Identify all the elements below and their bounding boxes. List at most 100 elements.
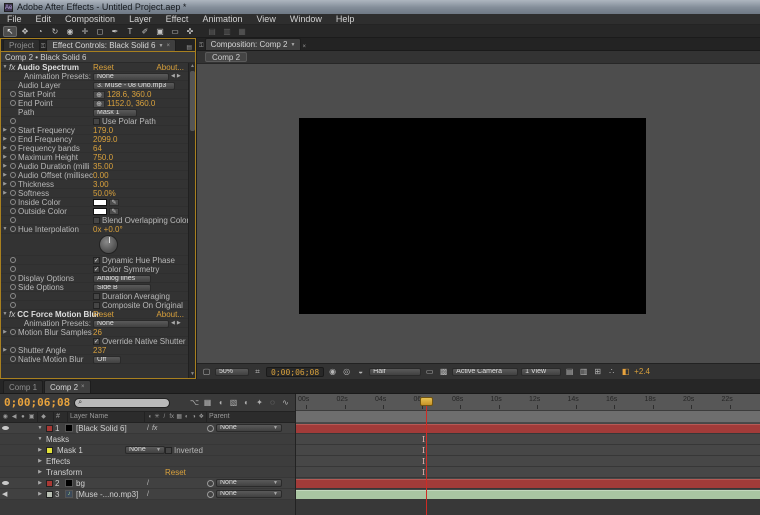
layer-row[interactable]: ▼1[Black Solid 6]/fxNone▼ xyxy=(0,423,295,434)
stopwatch-icon[interactable] xyxy=(10,226,16,232)
expander-icon[interactable]: ▶ xyxy=(36,489,44,500)
pick-whip-icon[interactable] xyxy=(207,425,214,432)
reset-link[interactable]: Reset xyxy=(165,467,295,478)
stopwatch-icon[interactable] xyxy=(10,257,16,263)
zoom-tool[interactable]: ◔ xyxy=(33,26,47,37)
pen-tool[interactable]: ✒ xyxy=(108,26,122,37)
stopwatch-icon[interactable] xyxy=(10,329,16,335)
mask-shape-tool[interactable]: ◻ xyxy=(93,26,107,37)
current-time-field[interactable]: 0;00;06;08 xyxy=(4,396,70,409)
search-box[interactable]: ⌕ xyxy=(74,398,170,408)
layer-row[interactable]: ▶2bg/None▼ xyxy=(0,478,295,489)
menu-layer[interactable]: Layer xyxy=(122,14,159,25)
property-value[interactable]: 1152.0, 360.0 xyxy=(107,99,155,108)
property-dropdown[interactable]: Side B xyxy=(93,284,151,292)
pick-whip-icon[interactable] xyxy=(207,480,214,487)
keyframe-marker[interactable]: I xyxy=(422,446,425,455)
expander-icon[interactable]: ▶ xyxy=(36,445,44,456)
label-color-box[interactable] xyxy=(46,480,53,487)
shared-view-icon[interactable]: ▤ xyxy=(564,367,575,377)
expander-icon[interactable]: ▶ xyxy=(1,180,9,189)
show-channel-icon[interactable]: ◒ xyxy=(355,367,366,377)
property-value[interactable]: 128.6, 360.0 xyxy=(107,90,151,99)
reset-link[interactable]: Reset xyxy=(93,63,114,72)
view-layout-dropdown[interactable]: 1 View xyxy=(521,368,561,376)
comp-crumb-button[interactable]: Comp 2 xyxy=(205,52,247,62)
title-action-safe-icon[interactable]: ⌗ xyxy=(252,367,263,377)
menu-file[interactable]: File xyxy=(0,14,29,25)
stopwatch-icon[interactable] xyxy=(10,190,16,196)
layer-name[interactable]: [Muse -...no.mp3] xyxy=(76,489,147,500)
expander-icon[interactable]: ▶ xyxy=(36,478,44,489)
comp-timecode[interactable]: 0;00;06;08 xyxy=(266,367,324,377)
quality-switch-icon[interactable]: / xyxy=(147,423,149,434)
search-input[interactable] xyxy=(84,399,164,406)
checkbox[interactable] xyxy=(93,217,100,224)
about-link[interactable]: About... xyxy=(156,310,184,319)
frame-blend-icon[interactable]: ▧ xyxy=(228,398,239,408)
expander-icon[interactable]: ▶ xyxy=(1,171,9,180)
pick-whip-icon[interactable] xyxy=(207,491,214,498)
menu-effect[interactable]: Effect xyxy=(159,14,196,25)
menu-edit[interactable]: Edit xyxy=(29,14,59,25)
checkbox[interactable]: ✓ xyxy=(93,266,100,273)
property-value[interactable]: 0x +0.0° xyxy=(93,225,123,234)
fx-switch-icon[interactable]: fx xyxy=(152,423,157,434)
property-value[interactable]: 750.0 xyxy=(93,153,113,162)
exposure-value[interactable]: +2.4 xyxy=(634,367,650,376)
menu-window[interactable]: Window xyxy=(283,14,329,25)
mask-name[interactable]: Mask 1 xyxy=(55,445,125,456)
property-group-row[interactable]: ▶Effects xyxy=(0,456,295,467)
tab-project[interactable]: Project xyxy=(3,39,40,51)
property-value[interactable]: 179.0 xyxy=(93,126,113,135)
parent-column-header[interactable]: Parent xyxy=(207,411,295,423)
expander-icon[interactable]: ▶ xyxy=(1,162,9,171)
graph-editor-icon[interactable]: ∿ xyxy=(280,398,291,408)
expander-icon[interactable]: ▶ xyxy=(1,328,9,337)
work-area-bar[interactable] xyxy=(296,411,760,423)
stopwatch-icon[interactable] xyxy=(10,199,16,205)
label-color-box[interactable] xyxy=(46,425,53,432)
expander-icon[interactable]: ▶ xyxy=(1,135,9,144)
point-picker-icon[interactable]: ⊕ xyxy=(93,100,105,108)
effect-scrollbar[interactable]: ▲ ▼ xyxy=(188,63,195,378)
motion-blur-icon[interactable]: ◐ xyxy=(241,398,252,408)
inverted-checkbox[interactable] xyxy=(165,447,172,454)
expander-icon[interactable]: ▶ xyxy=(1,153,9,162)
property-value[interactable]: 237 xyxy=(93,346,106,355)
keyframe-marker[interactable]: I xyxy=(422,435,425,444)
color-swatch[interactable] xyxy=(93,208,107,215)
type-tool[interactable]: T xyxy=(123,26,137,37)
layer-duration-bar[interactable] xyxy=(296,424,760,433)
pan-behind-tool[interactable]: ✛ xyxy=(78,26,92,37)
stopwatch-icon[interactable] xyxy=(10,91,16,97)
composition-mini-flowchart-icon[interactable]: ⌥ xyxy=(189,398,200,408)
eye-icon[interactable] xyxy=(2,426,9,430)
audio-duration-bar[interactable] xyxy=(296,490,760,499)
puppet-pin-tool[interactable]: ✜ xyxy=(183,26,197,37)
scroll-down-icon[interactable]: ▼ xyxy=(189,371,196,378)
next-preset-icon[interactable]: ▶ xyxy=(177,319,181,328)
group-name[interactable]: Transform xyxy=(44,467,163,478)
timeline-track-row[interactable]: I xyxy=(296,434,760,445)
menu-view[interactable]: View xyxy=(249,14,282,25)
hide-shy-icon[interactable]: ◖ xyxy=(215,398,226,408)
chevron-down-icon[interactable]: ▼ xyxy=(291,39,296,51)
time-ruler[interactable]: 00s02s04s06s08s10s12s14s16s18s20s22s xyxy=(296,394,760,411)
timeline-track-row[interactable]: I xyxy=(296,456,760,467)
property-value[interactable]: 50.0% xyxy=(93,189,116,198)
playhead-handle[interactable] xyxy=(420,397,433,406)
region-of-interest-icon[interactable]: ▢ xyxy=(201,367,212,377)
group-name[interactable]: Masks xyxy=(44,434,295,445)
animation-presets-dropdown[interactable]: None xyxy=(93,320,169,328)
expander-icon[interactable]: ▶ xyxy=(1,144,9,153)
parent-dropdown[interactable]: None▼ xyxy=(216,424,282,432)
property-group-row[interactable]: ▶TransformReset xyxy=(0,467,295,478)
stopwatch-icon[interactable] xyxy=(10,284,16,290)
quality-switch-icon[interactable]: / xyxy=(147,489,149,500)
reset-link[interactable]: Reset xyxy=(93,310,114,319)
label-color-box[interactable] xyxy=(46,491,53,498)
property-dropdown[interactable]: Off xyxy=(93,356,121,364)
property-value[interactable]: 35.00 xyxy=(93,162,113,171)
resolution-dropdown[interactable]: Half xyxy=(369,368,421,376)
